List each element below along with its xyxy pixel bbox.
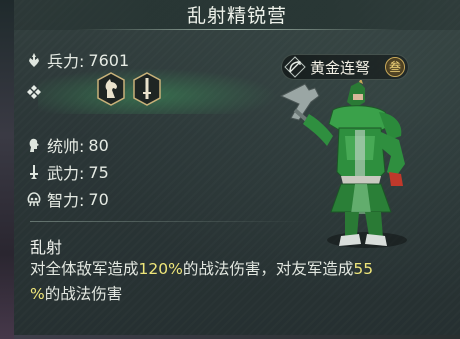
stat-force: 武力: 75	[26, 160, 109, 184]
unit-type-name: 黄金连弩	[310, 58, 371, 77]
force-value: 75	[88, 162, 109, 182]
leadership-label: 统帅:	[47, 137, 85, 156]
force-label: 武力:	[47, 164, 85, 183]
skill-description: 对全体敌军造成120%的战法伤害，对友军造成55 %的战法伤害	[30, 257, 420, 307]
unit-tier-badge: 叁	[385, 57, 405, 77]
left-background-strip	[0, 0, 14, 339]
horse-icon[interactable]	[96, 72, 126, 106]
sword-icon[interactable]	[132, 72, 162, 106]
divider	[30, 221, 310, 222]
force-icon	[26, 164, 42, 180]
skill-damage-percent: 120%	[138, 260, 183, 278]
crossbow-icon	[284, 56, 306, 78]
stat-leadership: 统帅: 80	[26, 133, 109, 157]
crossbow-soldier-illustration	[269, 80, 439, 260]
troops-icon	[26, 52, 42, 68]
leadership-value: 80	[88, 135, 109, 155]
intellect-label: 智力:	[47, 191, 85, 210]
troop-card: 乱射精锐营 兵力: 7601 统帅: 80 武力: 75 智力: 70 乱射 对…	[14, 0, 460, 339]
unit-type-tag[interactable]: 黄金连弩 叁	[281, 54, 409, 80]
troops-value: 7601	[88, 50, 130, 70]
skill-desc-part-1: 对全体敌军造成	[30, 260, 139, 278]
formation-icon	[26, 84, 42, 100]
skill-ally-percent-sign: %	[30, 285, 45, 303]
skill-ally-percent-number: 55	[353, 260, 374, 278]
stat-intellect: 智力: 70	[26, 187, 109, 211]
intellect-value: 70	[88, 189, 109, 209]
intellect-icon	[26, 191, 42, 207]
card-title: 乱射精锐营	[186, 5, 287, 27]
title-bar: 乱射精锐营	[14, 0, 460, 30]
bottom-edge	[14, 335, 460, 339]
skill-name: 乱射	[30, 238, 63, 257]
skill-desc-part-2: 的战法伤害，对友军造成	[182, 260, 354, 278]
leadership-icon	[26, 137, 42, 153]
skill-desc-part-3: 的战法伤害	[44, 285, 123, 303]
